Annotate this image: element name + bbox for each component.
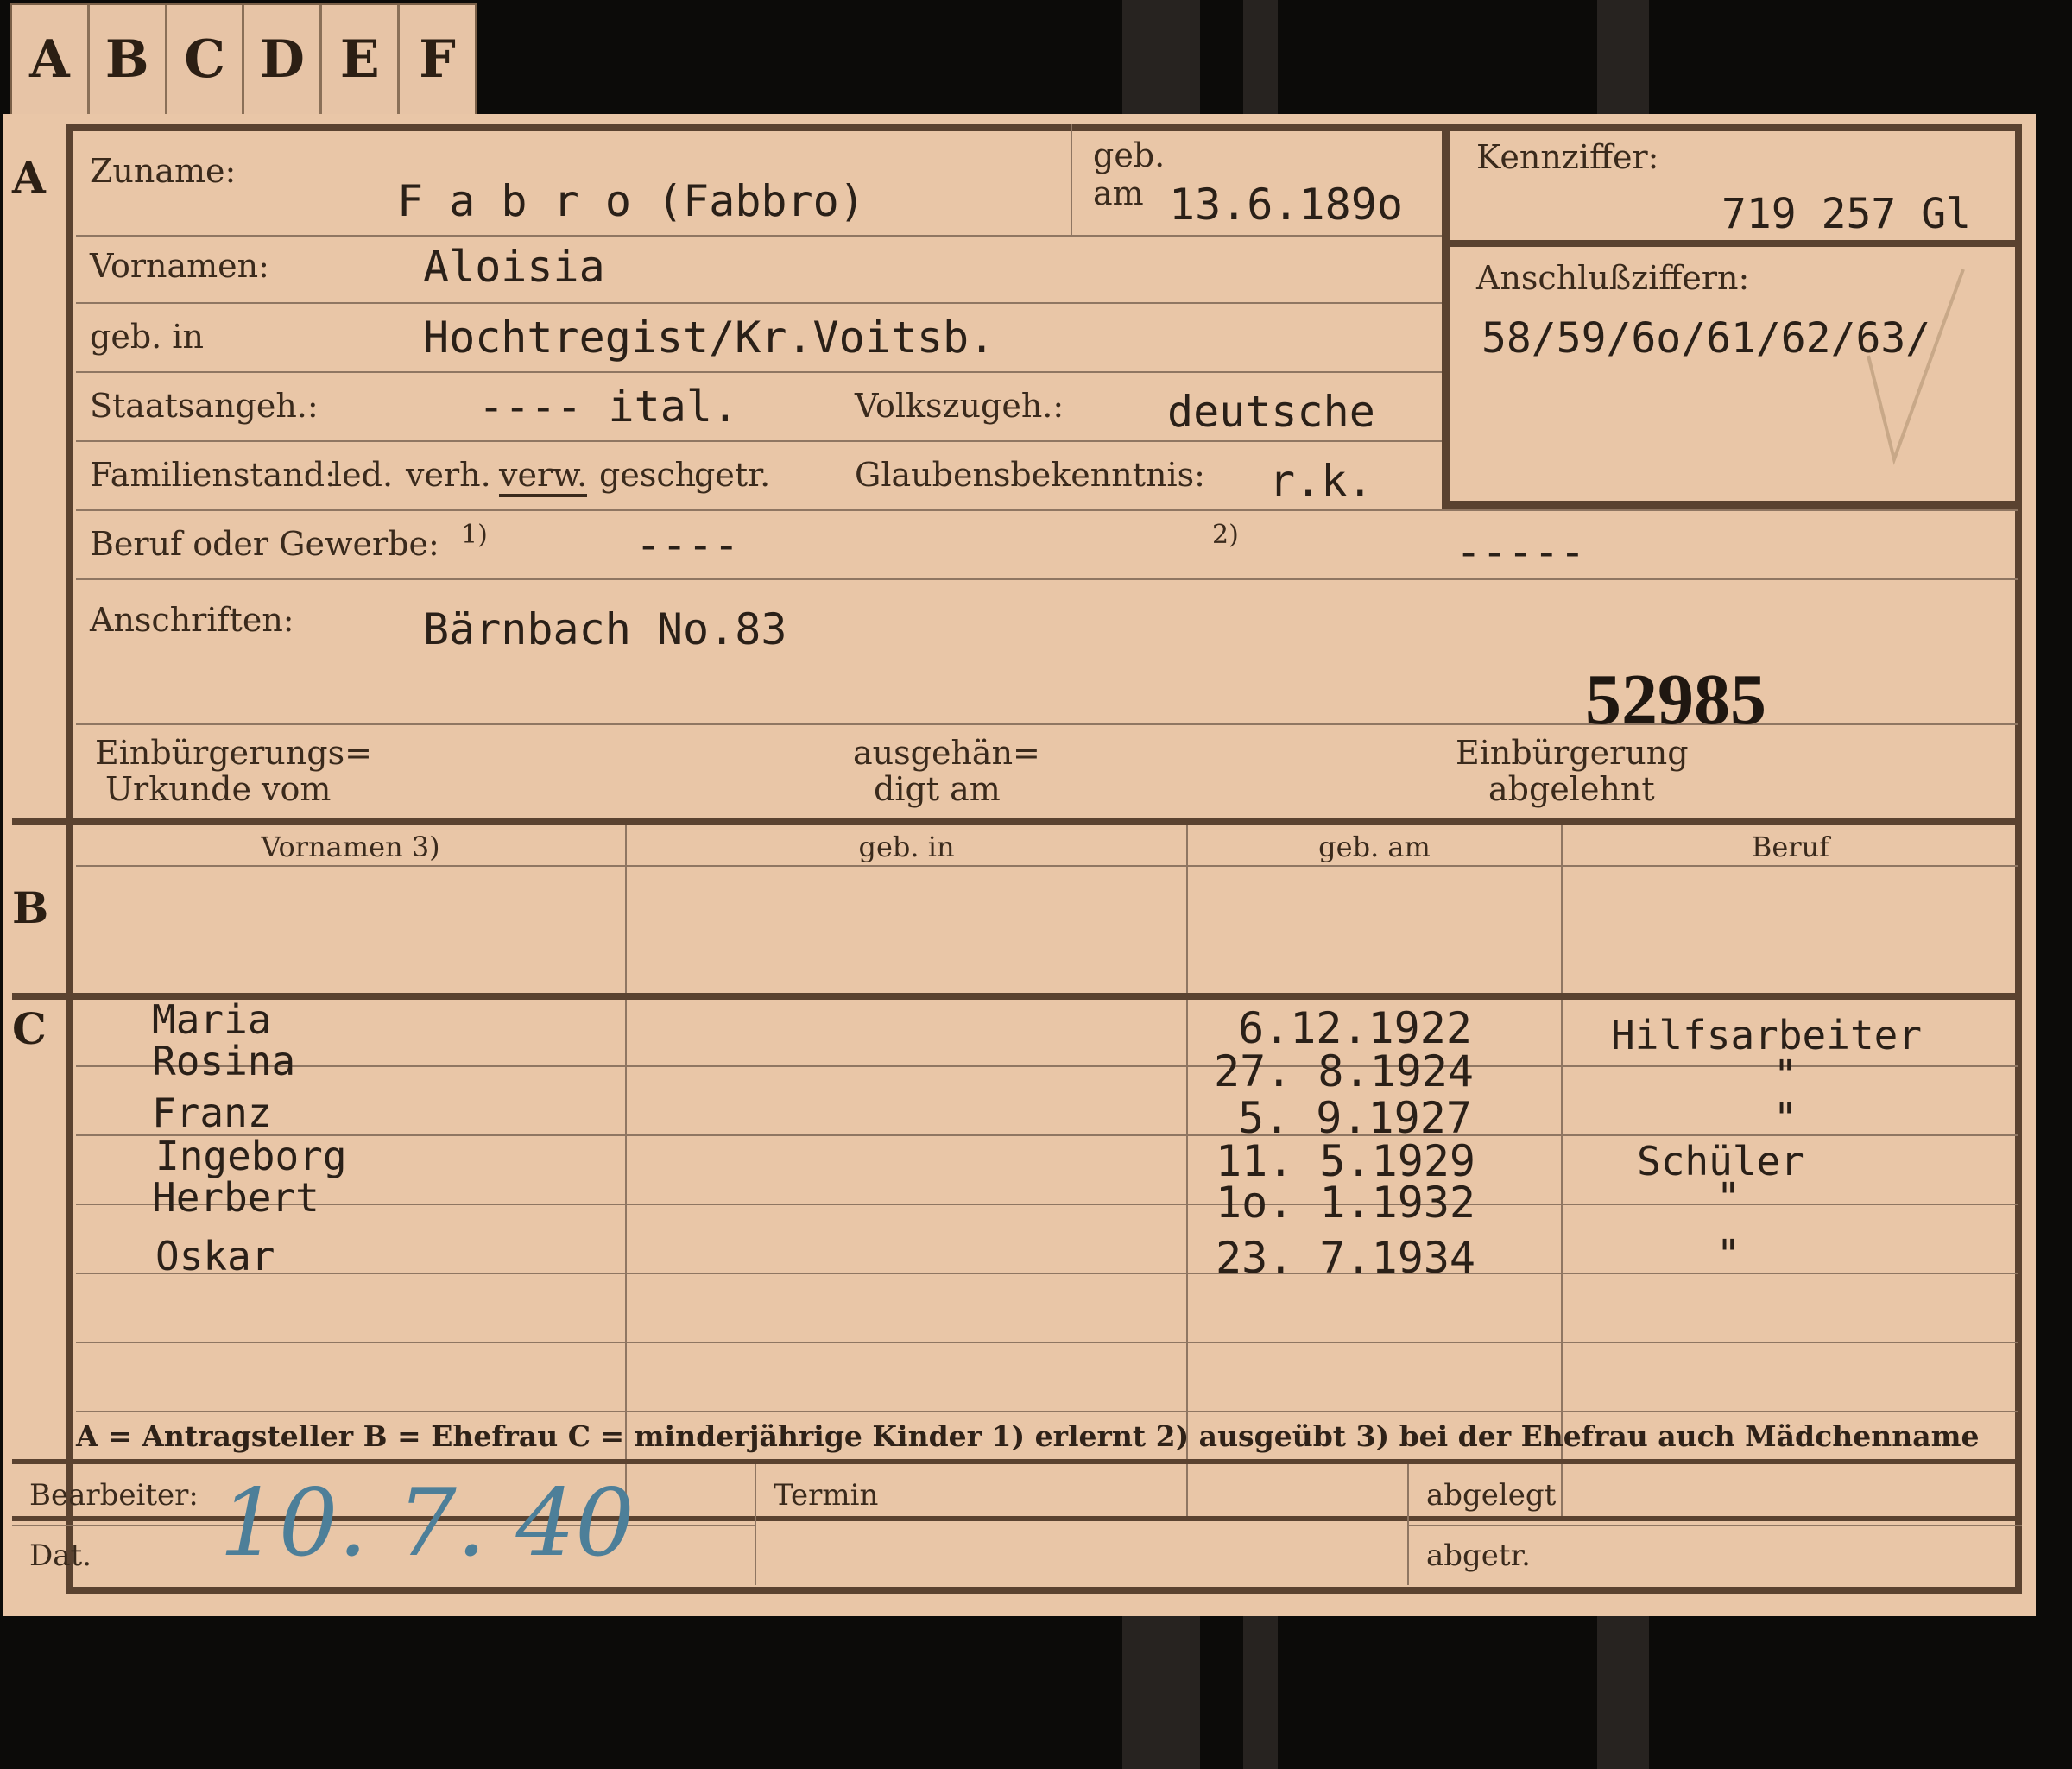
child-vorname: Ingeborg	[155, 1133, 347, 1179]
beruf-value-1: ----	[635, 520, 740, 570]
tab-e: E	[322, 5, 401, 114]
row-line	[76, 1065, 2018, 1067]
tab-d: D	[244, 5, 323, 114]
beruf-label: Beruf oder Gewerbe:	[90, 525, 439, 563]
col-header-geb-am: geb. am	[1318, 831, 1431, 863]
ausgehaendigt-label-1: ausgehän=	[853, 734, 1040, 772]
anschriften-value: Bärnbach No.83	[423, 604, 787, 654]
legend-text: A = Antragsteller B = Ehefrau C = minder…	[76, 1419, 1980, 1453]
col-divider	[1561, 825, 1563, 1519]
familienstand-option-gesch: gesch.	[599, 456, 707, 494]
vornamen-value: Aloisia	[423, 242, 605, 292]
row-line	[76, 1134, 2018, 1136]
staatsangeh-label: Staatsangeh.:	[90, 387, 319, 425]
einb-urkunde-label-1: Einbürgerungs=	[95, 734, 372, 772]
familienstand-option-verh: verh.	[406, 456, 491, 494]
footer-row-line	[1407, 1525, 2022, 1526]
section-divider-bc	[12, 993, 2022, 1000]
row-line	[76, 1342, 2018, 1343]
kennziffer-value: 719 257 Gl	[1721, 190, 1971, 238]
tab-b: B	[90, 5, 167, 114]
row-line	[76, 509, 2018, 511]
tab-c: C	[167, 5, 245, 114]
col-header-geb-in: geb. in	[858, 831, 955, 863]
zuname-label: Zuname:	[90, 152, 237, 190]
kennziffer-box-bottom	[1442, 501, 2022, 509]
staatsangeh-value: ---- ital.	[478, 382, 739, 432]
child-geb-am: 23. 7.1934	[1216, 1233, 1476, 1283]
tab-a: A	[12, 5, 90, 114]
ausgehaendigt-label-2: digt am	[874, 770, 1001, 808]
familienstand-option-led: led.	[332, 456, 394, 494]
row-line	[76, 235, 1442, 237]
stamp-number: 52985	[1585, 660, 1766, 740]
check-mark-stroke	[1867, 269, 1965, 465]
geb-in-label: geb. in	[90, 318, 204, 356]
check-mark	[1867, 269, 1965, 465]
child-beruf: Hilfsarbeiter	[1611, 1012, 1923, 1058]
row-line	[76, 578, 2018, 580]
child-beruf: "	[1716, 1231, 1740, 1278]
child-vorname: Maria	[152, 996, 272, 1043]
child-beruf: "	[1773, 1052, 1797, 1098]
row-line	[76, 302, 1442, 304]
child-vorname: Herbert	[152, 1174, 319, 1221]
index-tabs: A B C D E F	[10, 3, 477, 114]
section-marker-a: A	[12, 152, 46, 203]
kennziffer-box-left	[1442, 124, 1450, 509]
child-beruf: "	[1716, 1174, 1740, 1221]
abgelegt-label: abgelegt	[1426, 1478, 1557, 1513]
beruf-note-2: 2)	[1212, 520, 1239, 550]
tab-f: F	[419, 29, 456, 90]
anschluss-label: Anschlußziffern:	[1476, 259, 1750, 297]
familienstand-option-getr: getr.	[694, 456, 771, 494]
abgetr-label: abgetr.	[1426, 1538, 1531, 1573]
legend-bottom-line	[12, 1459, 2022, 1464]
einb-abgelehnt-label-1: Einbürgerung	[1456, 734, 1689, 772]
child-vorname: Rosina	[152, 1038, 296, 1084]
beruf-note-1: 1)	[461, 520, 488, 550]
col-header-vornamen: Vornamen 3)	[261, 831, 440, 863]
child-geb-am: 27. 8.1924	[1214, 1046, 1475, 1096]
table-header-line	[76, 865, 2018, 867]
child-vorname: Franz	[152, 1090, 272, 1136]
volkszugeh-value: deutsche	[1167, 387, 1375, 437]
geb-am-value: 13.6.189o	[1169, 180, 1403, 230]
zuname-value: F a b r o (Fabbro)	[397, 176, 865, 226]
dat-label: Dat.	[29, 1538, 92, 1573]
child-vorname: Oskar	[155, 1233, 275, 1279]
row-line	[76, 440, 1442, 442]
kennziffer-label: Kennziffer:	[1476, 138, 1659, 176]
dat-value-handwritten: 10. 7. 40	[219, 1469, 635, 1577]
familienstand-option-verw-selected: verw.	[499, 456, 588, 497]
familienstand-label: Familienstand:	[90, 456, 336, 494]
einb-urkunde-label-2: Urkunde vom	[105, 770, 332, 808]
geb-in-value: Hochtregist/Kr.Voitsb.	[423, 313, 995, 363]
child-geb-am: 1o. 1.1932	[1216, 1178, 1476, 1228]
bearbeiter-label: Bearbeiter:	[29, 1478, 199, 1513]
row-line	[76, 1411, 2018, 1412]
col-divider	[625, 825, 627, 1519]
registration-card: A B C Kennziffer: 719 257 Gl Anschlußzif…	[3, 114, 2036, 1616]
geb-am-label-2: am	[1093, 174, 1144, 212]
kennziffer-box-divider	[1442, 240, 2022, 247]
geb-am-label-1: geb.	[1093, 136, 1166, 174]
section-divider-ab	[12, 818, 2022, 825]
beruf-value-2: -----	[1456, 527, 1586, 577]
col-header-beruf: Beruf	[1751, 831, 1830, 863]
row-line	[76, 371, 1442, 373]
footer-divider	[755, 1464, 756, 1585]
section-marker-b: B	[12, 882, 49, 933]
termin-label: Termin	[774, 1478, 879, 1513]
col-divider	[1186, 825, 1188, 1519]
section-marker-c: C	[12, 1003, 47, 1054]
geb-am-divider	[1071, 124, 1072, 235]
child-beruf: "	[1773, 1095, 1797, 1141]
vornamen-label: Vornamen:	[90, 247, 269, 285]
anschriften-label: Anschriften:	[90, 601, 294, 639]
glaubens-label: Glaubensbekenntnis:	[855, 456, 1205, 494]
volkszugeh-label: Volkszugeh.:	[855, 387, 1064, 425]
einb-abgelehnt-label-2: abgelehnt	[1488, 770, 1655, 808]
glaubens-value: r.k.	[1269, 456, 1374, 506]
